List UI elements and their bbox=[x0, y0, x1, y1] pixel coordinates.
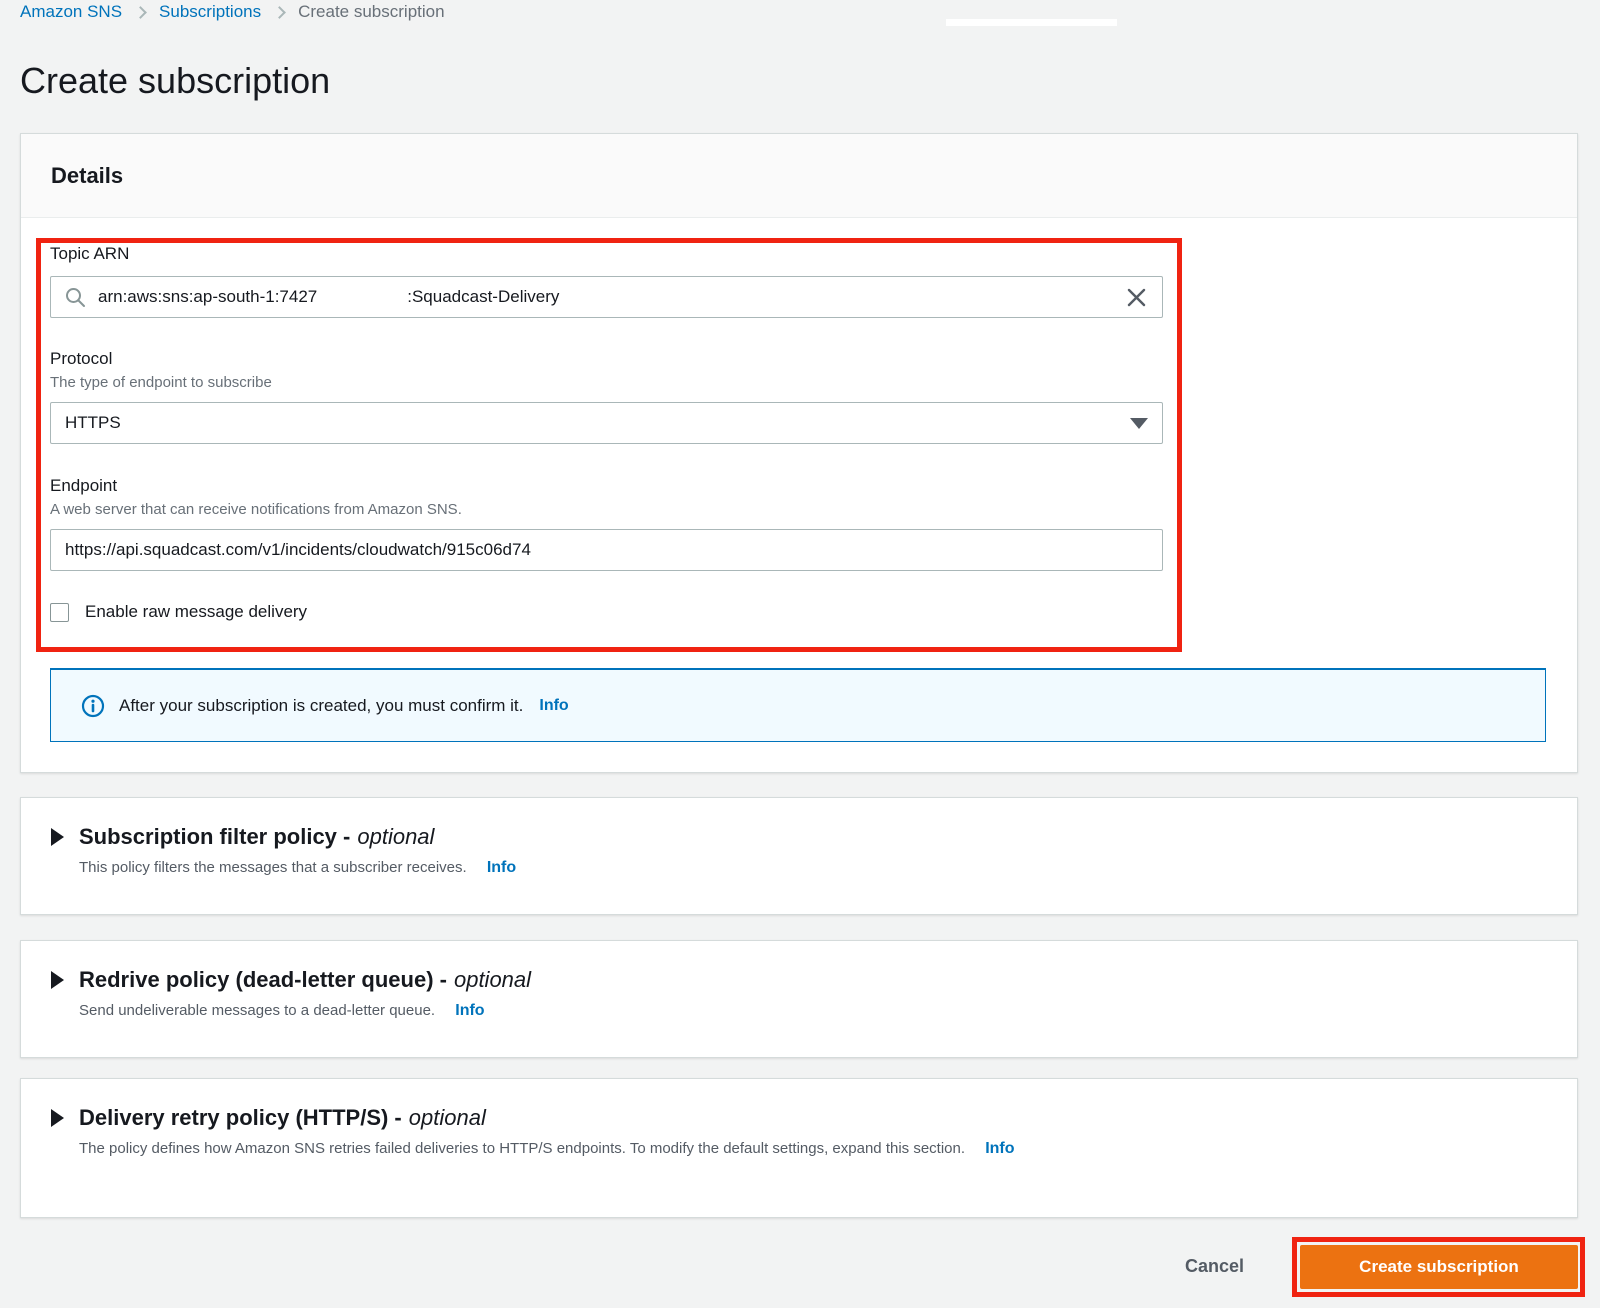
search-icon bbox=[66, 287, 85, 307]
section-subscription-filter-policy-toggle[interactable]: Subscription filter policy - optional bbox=[51, 824, 1547, 850]
protocol-selected-value: HTTPS bbox=[65, 413, 121, 432]
section-title: Delivery retry policy (HTTP/S) - bbox=[79, 1105, 402, 1130]
section-redrive-policy-toggle[interactable]: Redrive policy (dead-letter queue) - opt… bbox=[51, 967, 1547, 993]
info-link[interactable]: Info bbox=[539, 697, 568, 715]
redacted-region bbox=[946, 19, 1117, 26]
section-description: The policy defines how Amazon SNS retrie… bbox=[79, 1140, 1547, 1158]
topic-arn-label: Topic ARN bbox=[50, 244, 130, 263]
raw-message-delivery-row: Enable raw message delivery bbox=[50, 602, 307, 622]
endpoint-input[interactable]: https://api.squadcast.com/v1/incidents/c… bbox=[50, 529, 1163, 571]
breadcrumb-current-page: Create subscription bbox=[298, 2, 445, 21]
expand-arrow-icon[interactable] bbox=[51, 1109, 64, 1127]
section-optional-label: optional bbox=[357, 824, 435, 849]
endpoint-label: Endpoint bbox=[50, 476, 118, 495]
clear-icon[interactable] bbox=[1125, 286, 1148, 309]
breadcrumb-link-subscriptions[interactable]: Subscriptions bbox=[159, 2, 261, 22]
info-circle-icon bbox=[81, 694, 105, 717]
info-link[interactable]: Info bbox=[455, 1002, 484, 1019]
breadcrumb: Amazon SNS Subscriptions Create subscrip… bbox=[20, 2, 445, 22]
details-heading: Details bbox=[51, 162, 124, 188]
subscription-filter-policy-section: Subscription filter policy - optional Th… bbox=[20, 797, 1578, 915]
info-link[interactable]: Info bbox=[487, 859, 516, 876]
protocol-label: Protocol bbox=[50, 349, 113, 368]
section-description-text: Send undeliverable messages to a dead-le… bbox=[79, 1002, 436, 1019]
alert-text: After your subscription is created, you … bbox=[119, 695, 524, 715]
section-description-text: The policy defines how Amazon SNS retrie… bbox=[79, 1140, 966, 1157]
raw-message-delivery-checkbox[interactable] bbox=[50, 602, 69, 622]
chevron-down-icon bbox=[1130, 417, 1148, 429]
delivery-retry-policy-section: Delivery retry policy (HTTP/S) - optiona… bbox=[20, 1078, 1578, 1218]
section-description: This policy filters the messages that a … bbox=[79, 859, 1547, 877]
confirmation-info-alert: After your subscription is created, you … bbox=[50, 668, 1546, 742]
section-title: Redrive policy (dead-letter queue) - bbox=[79, 967, 447, 992]
cancel-button[interactable]: Cancel bbox=[1185, 1256, 1244, 1277]
section-optional-label: optional bbox=[408, 1105, 486, 1130]
section-title: Subscription filter policy - bbox=[79, 824, 351, 849]
endpoint-value: https://api.squadcast.com/v1/incidents/c… bbox=[65, 540, 531, 559]
info-link[interactable]: Info bbox=[985, 1140, 1014, 1157]
protocol-select[interactable]: HTTPS bbox=[50, 402, 1163, 444]
section-optional-label: optional bbox=[453, 967, 532, 992]
create-subscription-button[interactable]: Create subscription bbox=[1300, 1245, 1578, 1289]
section-delivery-retry-policy-toggle[interactable]: Delivery retry policy (HTTP/S) - optiona… bbox=[51, 1105, 1547, 1131]
breadcrumb-link-amazon-sns[interactable]: Amazon SNS bbox=[20, 2, 122, 22]
redrive-policy-section: Redrive policy (dead-letter queue) - opt… bbox=[20, 940, 1578, 1058]
topic-arn-value-prefix: arn:aws:sns:ap-south-1:7427 bbox=[98, 287, 318, 306]
raw-message-delivery-label: Enable raw message delivery bbox=[85, 602, 308, 621]
protocol-description: The type of endpoint to subscribe bbox=[50, 374, 272, 391]
expand-arrow-icon[interactable] bbox=[51, 828, 64, 846]
section-description: Send undeliverable messages to a dead-le… bbox=[79, 1002, 1547, 1020]
page-title: Create subscription bbox=[20, 60, 331, 101]
details-card-header: Details bbox=[21, 134, 1577, 218]
topic-arn-value-suffix: :Squadcast-Delivery bbox=[407, 287, 560, 306]
endpoint-description: A web server that can receive notificati… bbox=[50, 501, 462, 518]
expand-arrow-icon[interactable] bbox=[51, 971, 64, 989]
section-description-text: This policy filters the messages that a … bbox=[79, 859, 467, 876]
chevron-right-icon bbox=[134, 5, 147, 19]
chevron-right-icon bbox=[273, 5, 286, 19]
topic-arn-input[interactable]: arn:aws:sns:ap-south-1:7427 :Squadcast-D… bbox=[50, 276, 1163, 318]
